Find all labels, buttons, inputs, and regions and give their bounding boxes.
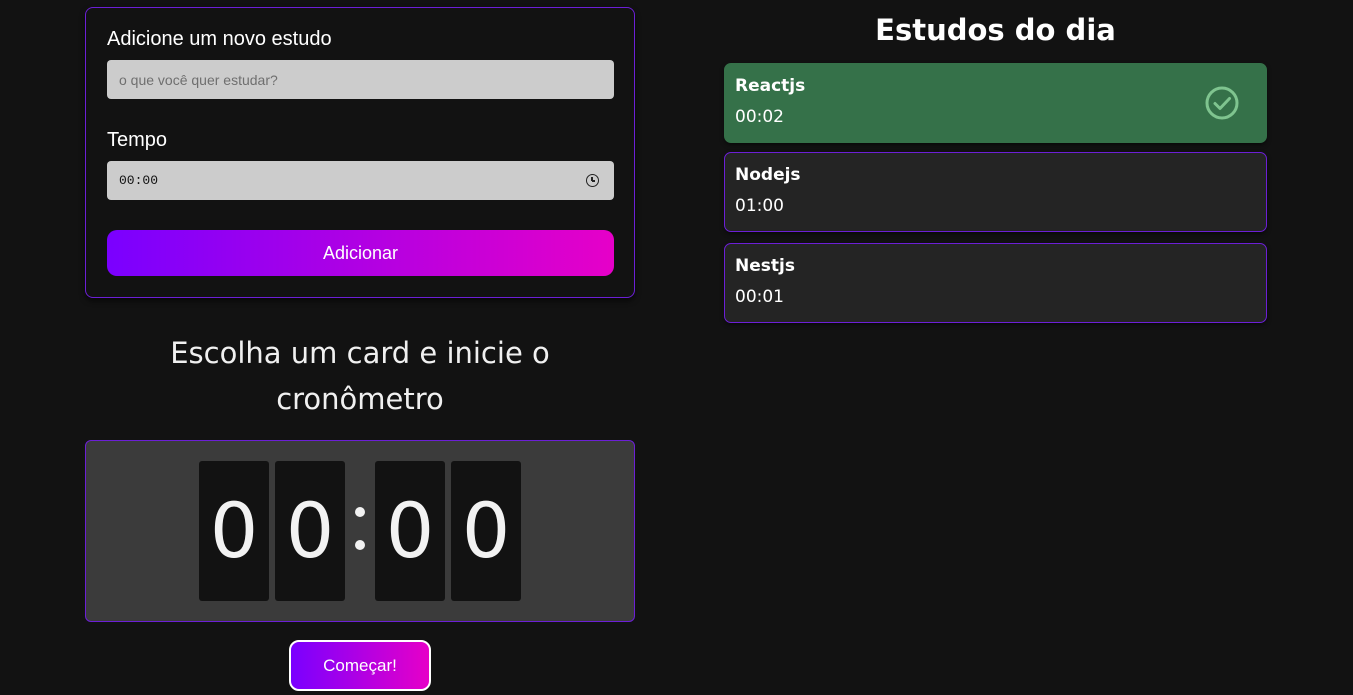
clock-icon[interactable] [586,174,599,187]
study-card-time: 00:02 [735,107,784,127]
study-card-nodejs[interactable]: Nodejs 01:00 [724,152,1267,232]
stopwatch-display: 0 0 0 0 [85,440,635,622]
minutes-tens-digit: 0 [199,461,269,601]
study-label: Adicione um novo estudo [107,28,332,50]
minutes-ones-digit: 0 [275,461,345,601]
study-card-name: Nestjs [735,256,795,276]
seconds-tens-digit: 0 [375,461,445,601]
new-study-form: Adicione um novo estudo o que você quer … [85,7,635,298]
study-list-title: Estudos do dia [875,13,1116,47]
time-input-value: 00:00 [119,173,159,188]
seconds-ones-digit: 0 [451,461,521,601]
study-card-nestjs[interactable]: Nestjs 00:01 [724,243,1267,323]
study-card-reactjs[interactable]: Reactjs 00:02 [724,63,1267,143]
time-input[interactable]: 00:00 [107,161,614,200]
check-circle-icon [1205,86,1239,120]
study-card-name: Reactjs [735,76,806,96]
study-input-placeholder: o que você quer estudar? [119,71,278,88]
study-card-name: Nodejs [735,165,801,185]
start-button[interactable]: Começar! [289,640,431,691]
study-input[interactable]: o que você quer estudar? [107,60,614,99]
timer-colon [348,461,372,601]
time-label: Tempo [107,129,168,151]
study-card-time: 01:00 [735,196,784,216]
timer-title: Escolha um card e inicie o cronômetro [170,336,550,416]
study-card-time: 00:01 [735,287,784,307]
add-button[interactable]: Adicionar [107,230,614,276]
